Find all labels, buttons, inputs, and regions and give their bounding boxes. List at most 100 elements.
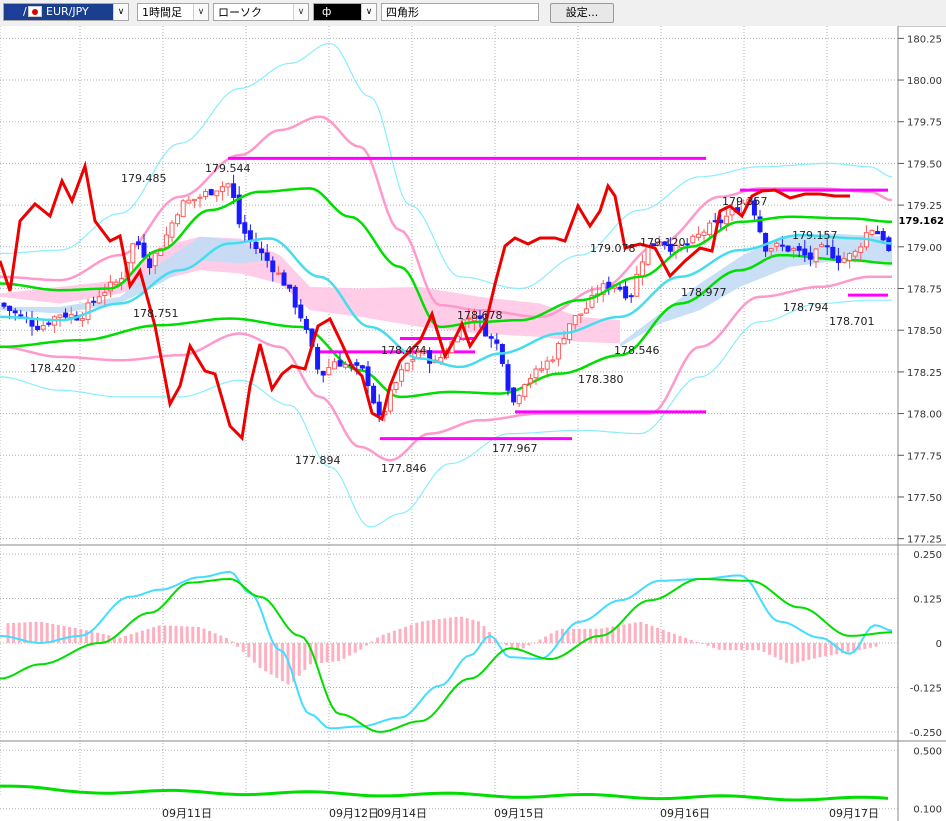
candle-body xyxy=(12,310,18,314)
current-price-label: 179.162 xyxy=(898,216,944,227)
macd-histogram-bar xyxy=(168,625,172,643)
price-label: 179.485 xyxy=(121,172,167,185)
candle-body xyxy=(219,186,225,193)
chevron-down-icon[interactable]: ∨ xyxy=(193,4,208,20)
axis-tick-label: 178.50 xyxy=(907,326,942,337)
chevron-down-icon[interactable]: ∨ xyxy=(113,4,128,20)
axis-tick-label: 0.100 xyxy=(913,805,942,816)
price-label: 178.701 xyxy=(829,315,875,328)
macd-histogram-bar xyxy=(34,621,38,643)
plot-background xyxy=(0,26,898,821)
price-axis: 180.25 180.00 179.75 179.50 179.25 179.00 178.… xyxy=(897,26,944,821)
macd-histogram-bar xyxy=(796,643,800,663)
macd-histogram-bar xyxy=(790,643,794,664)
candle-body xyxy=(690,235,696,244)
candle-body xyxy=(315,347,321,370)
macd-histogram-bar xyxy=(628,623,632,643)
macd-histogram-bar xyxy=(45,622,49,643)
macd-histogram-bar xyxy=(639,621,643,643)
price-label: 179.078 xyxy=(590,242,636,255)
timeframe-select[interactable]: 1時間足 ∨ xyxy=(137,3,209,21)
candle-body xyxy=(852,250,858,257)
candle-body xyxy=(869,229,875,236)
macd-histogram-bar xyxy=(549,633,553,643)
macd-histogram-bar xyxy=(745,643,749,651)
macd-histogram-bar xyxy=(325,643,329,663)
date-label: 09月17日 xyxy=(829,807,879,820)
date-label: 09月12日 xyxy=(329,807,379,820)
candle-body xyxy=(270,260,276,273)
macd-histogram-bar xyxy=(376,637,380,643)
macd-histogram-bar xyxy=(331,643,335,662)
candle-body xyxy=(875,231,881,235)
price-label: 178.751 xyxy=(133,307,179,320)
macd-histogram-bar xyxy=(661,629,665,643)
candle-body xyxy=(533,368,539,379)
macd-histogram-bar xyxy=(812,643,816,659)
macd-histogram-bar xyxy=(622,624,626,643)
candle-body xyxy=(141,242,147,258)
macd-histogram-bar xyxy=(700,643,704,644)
macd-histogram-bar xyxy=(219,635,223,643)
macd-histogram-bar xyxy=(784,643,788,663)
chart-style-select[interactable]: ローソク ∨ xyxy=(213,3,309,21)
axis-tick-label: 178.75 xyxy=(907,285,942,296)
macd-histogram-bar xyxy=(846,643,850,653)
macd-histogram-bar xyxy=(353,643,357,653)
chevron-down-icon[interactable]: ∨ xyxy=(361,4,376,20)
color-glyph: ф xyxy=(322,5,332,18)
candle-body xyxy=(802,248,808,256)
candle-body xyxy=(555,343,561,360)
candle-body xyxy=(819,244,825,248)
candle-body xyxy=(376,401,382,416)
candle-body xyxy=(57,314,63,319)
candle-body xyxy=(505,364,511,391)
axis-tick-label: 0 xyxy=(936,639,942,650)
macd-histogram-bar xyxy=(695,641,699,643)
macd-histogram-bar xyxy=(829,643,833,656)
candle-body xyxy=(617,286,623,290)
candle-body xyxy=(96,296,102,304)
candle-body xyxy=(785,245,791,252)
settings-button[interactable]: 設定... xyxy=(550,3,614,23)
candle-body xyxy=(365,366,371,387)
timeframe-label: 1時間足 xyxy=(142,6,182,19)
macd-histogram-bar xyxy=(555,630,559,643)
candle-body xyxy=(830,246,836,259)
macd-histogram-bar xyxy=(303,643,307,670)
axis-tick-label: -0.250 xyxy=(910,728,942,739)
candle-body xyxy=(1,302,7,307)
macd-histogram-bar xyxy=(521,643,525,649)
candle-body xyxy=(247,230,253,241)
macd-histogram-bar xyxy=(135,632,139,643)
macd-histogram-bar xyxy=(644,623,648,643)
line-color-select[interactable]: ф ∨ xyxy=(313,3,377,21)
chevron-down-icon[interactable]: ∨ xyxy=(293,4,308,20)
macd-histogram-bar xyxy=(471,619,475,643)
candle-body xyxy=(35,325,41,330)
macd-histogram-bar xyxy=(191,626,195,643)
axis-tick-label: 0.250 xyxy=(913,550,942,561)
candle-body xyxy=(264,252,270,261)
macd-histogram-bar xyxy=(650,625,654,643)
candle-body xyxy=(835,255,841,264)
macd-histogram-bar xyxy=(678,635,682,643)
candle-body xyxy=(147,258,153,269)
macd-histogram-bar xyxy=(415,622,419,643)
candle-body xyxy=(807,252,813,260)
shape-select[interactable]: 四角形 xyxy=(381,3,539,21)
macd-histogram-bar xyxy=(807,643,811,660)
axis-tick-label: 0.500 xyxy=(913,746,942,757)
candle-body xyxy=(203,190,209,198)
currency-pair-label: EUR/JPY xyxy=(46,5,89,18)
candle-body xyxy=(180,200,186,218)
macd-histogram-bar xyxy=(762,643,766,653)
macd-histogram-bar xyxy=(527,643,531,646)
macd-histogram-bar xyxy=(432,619,436,643)
macd-histogram-bar xyxy=(801,643,805,662)
currency-pair-select[interactable]: / EUR/JPY ∨ xyxy=(3,3,129,21)
macd-histogram-bar xyxy=(269,643,273,675)
candle-body xyxy=(779,244,785,247)
candle-body xyxy=(544,360,550,370)
candle-body xyxy=(623,286,629,299)
